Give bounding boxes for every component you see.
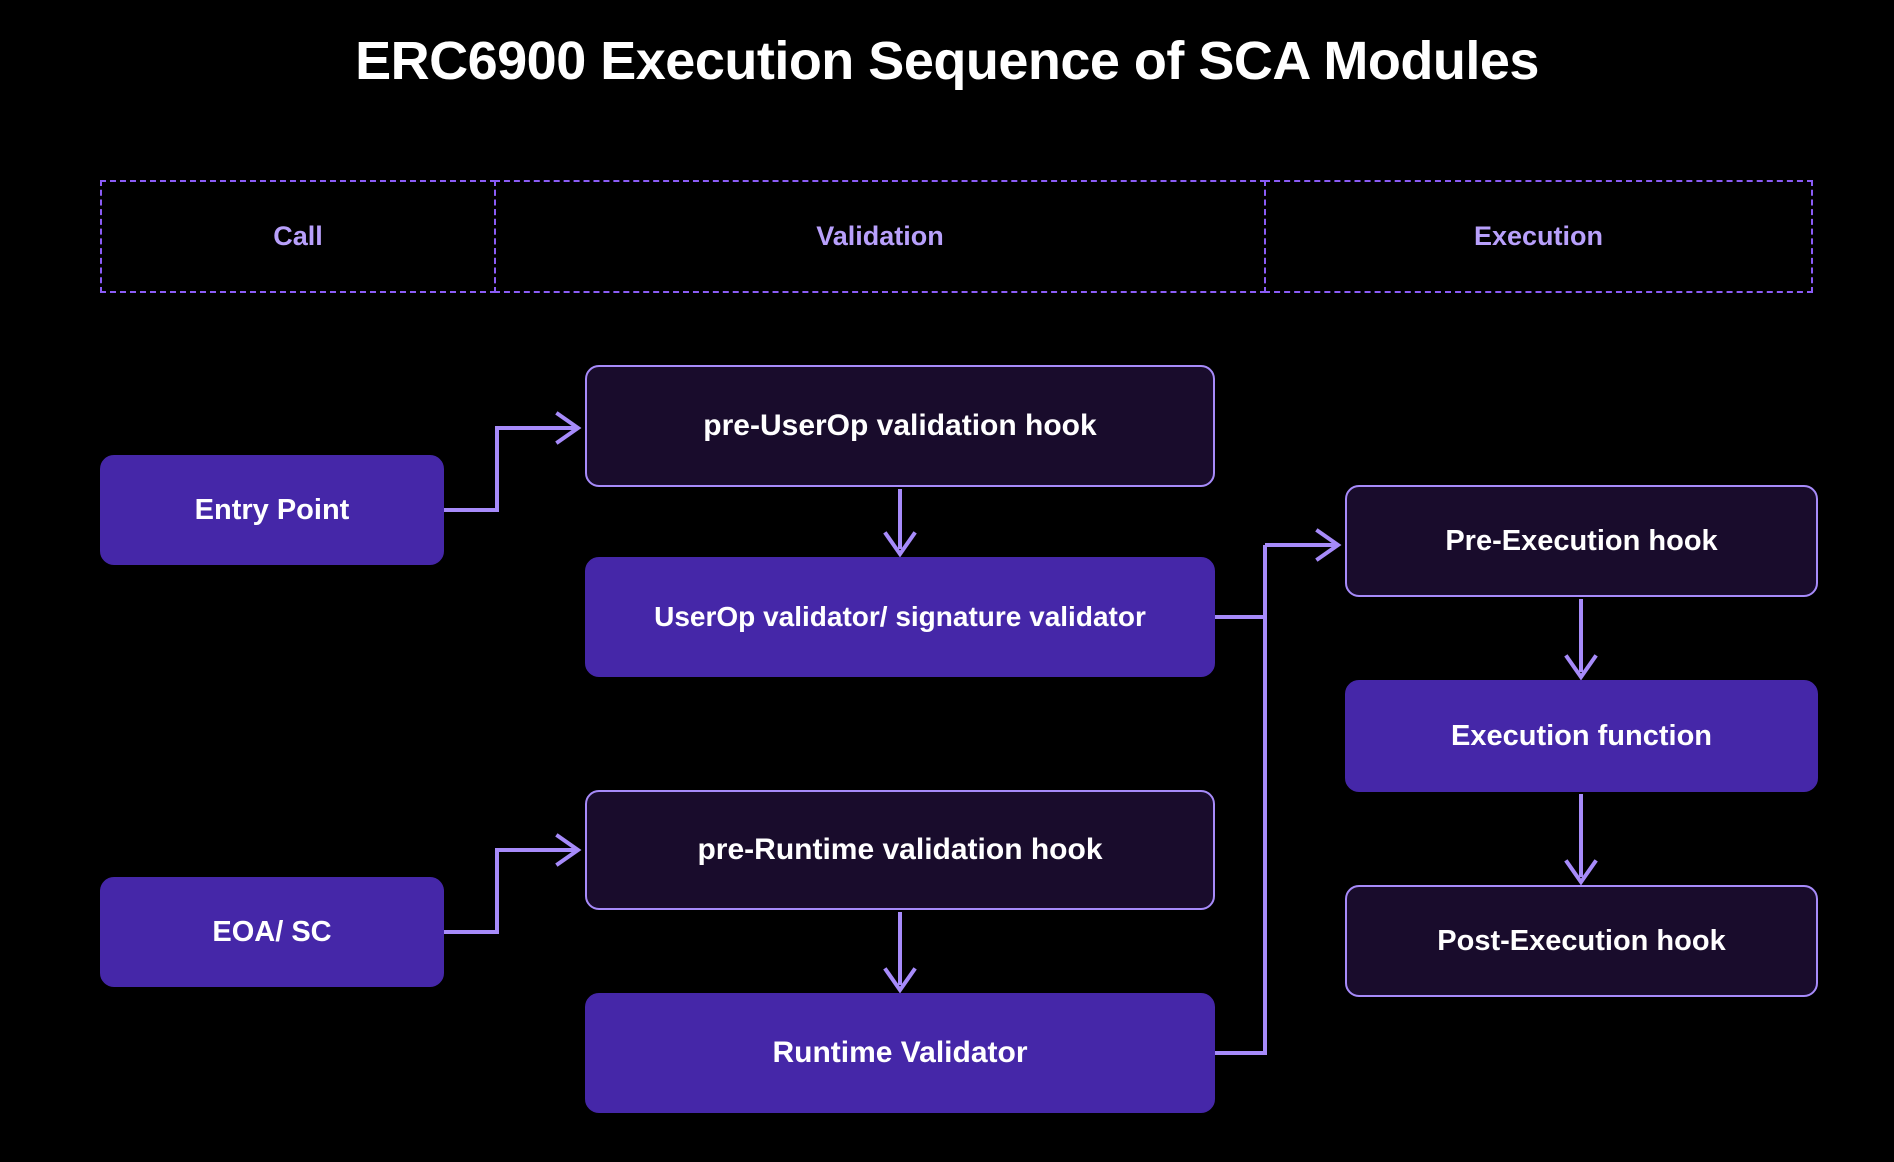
arrowhead-post-exec-hook [1564,859,1598,886]
node-label-entry-point: Entry Point [194,493,350,526]
node-label-pre-runtime-validation-hook: pre-Runtime validation hook [697,833,1103,866]
page-title: ERC6900 Execution Sequence of SCA Module… [355,31,1539,91]
node-label-pre-userop-validation-hook: pre-UserOp validation hook [703,409,1097,442]
diagram-canvas: ERC6900 Execution Sequence of SCA Module… [0,0,1894,1162]
node-label-runtime-validator: Runtime Validator [772,1036,1028,1069]
edge-entry-point-to-pre-userop-hook [444,426,575,512]
phase-band-validation: Validation [494,180,1266,293]
phase-label-execution: Execution [1473,221,1604,251]
node-entry-point[interactable]: Entry Point [100,455,444,565]
arrowhead-exec-function [1564,654,1598,681]
arrowhead-pre-userop-hook [555,411,582,445]
arrowhead-pre-exec-hook [1315,528,1342,562]
arrowhead-userop-validator [883,531,917,558]
phase-header-bar: Call Validation Execution [100,180,1815,293]
node-eoa-sc[interactable]: EOA/ SC [100,877,444,987]
edge-eoa-sc-to-pre-runtime-hook [444,848,575,934]
node-post-execution-hook[interactable]: Post-Execution hook [1345,885,1818,997]
node-label-pre-execution-hook: Pre-Execution hook [1445,524,1718,557]
node-runtime-validator[interactable]: Runtime Validator [585,993,1215,1113]
phase-label-call: Call [273,221,323,251]
node-label-userop-validator: UserOp validator/ signature validator [654,601,1146,633]
node-pre-runtime-validation-hook[interactable]: pre-Runtime validation hook [585,790,1215,910]
arrowhead-runtime-validator [883,967,917,994]
node-label-post-execution-hook: Post-Execution hook [1437,924,1726,957]
node-userop-validator[interactable]: UserOp validator/ signature validator [585,557,1215,677]
edge-runtime-validator-to-bus [1215,545,1267,1055]
phase-band-call: Call [100,180,496,293]
node-pre-execution-hook[interactable]: Pre-Execution hook [1345,485,1818,597]
node-execution-function[interactable]: Execution function [1345,680,1818,792]
arrowhead-pre-runtime-hook [555,833,582,867]
node-label-execution-function: Execution function [1451,719,1712,752]
phase-label-validation: Validation [816,221,944,251]
phase-band-execution: Execution [1264,180,1813,293]
node-pre-userop-validation-hook[interactable]: pre-UserOp validation hook [585,365,1215,487]
node-label-eoa-sc: EOA/ SC [212,915,332,948]
